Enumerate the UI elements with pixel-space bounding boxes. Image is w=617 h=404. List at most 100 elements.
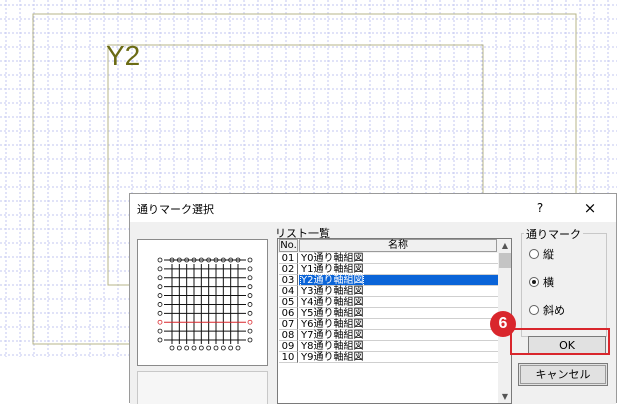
preview-axis-marker	[176, 345, 182, 351]
list-header: No. 名称	[278, 239, 498, 253]
cancel-highlight-box	[510, 328, 610, 355]
preview-axis-marker	[213, 345, 219, 351]
radio-circle-icon	[529, 249, 539, 259]
scroll-down-icon[interactable]: ▼	[498, 390, 511, 403]
list-row[interactable]: 01 Y0通り軸組図	[278, 253, 498, 264]
scroll-up-icon[interactable]: ▲	[498, 239, 511, 253]
row-name-text: Y1通り軸組図	[301, 264, 364, 275]
preview-axis-marker	[157, 337, 163, 343]
list-row[interactable]: 03 Y2通り軸組図	[278, 274, 498, 287]
list-row[interactable]: 09 Y8通り軸組図	[278, 341, 498, 352]
preview-axis-marker	[157, 284, 163, 290]
preview-axis-marker	[247, 310, 253, 316]
preview-axis-marker	[235, 345, 241, 351]
list-row[interactable]: 04 Y3通り軸組図	[278, 286, 498, 297]
row-number: 06	[279, 308, 298, 319]
row-name: Y8通り軸組図	[299, 341, 498, 352]
preview-axis-marker	[220, 345, 226, 351]
mark-group-label: 通りマーク	[524, 226, 583, 242]
row-name: Y2通り軸組図	[299, 274, 498, 287]
dialog-title: 通りマーク選択	[137, 203, 214, 216]
row-number: 05	[279, 297, 298, 308]
axis-preview-drawing	[157, 257, 253, 351]
row-name-text: Y3通り軸組図	[301, 286, 364, 297]
radio-diagonal[interactable]: 斜め	[529, 302, 565, 318]
row-number: 03	[279, 275, 298, 286]
row-number: 10	[279, 352, 298, 363]
preview-axis-marker	[157, 319, 163, 325]
column-header-name[interactable]: 名称	[299, 239, 497, 252]
preview-axis-marker	[247, 319, 253, 325]
row-number: 07	[279, 319, 298, 330]
row-number: 09	[279, 341, 298, 352]
list-row[interactable]: 05 Y4通り軸組図	[278, 297, 498, 308]
close-button[interactable]: ×	[578, 198, 602, 218]
row-number: 04	[279, 286, 298, 297]
row-name: Y6通り軸組図	[299, 319, 498, 330]
radio-vertical-label: 縦	[543, 248, 554, 261]
row-name: Y5通り軸組図	[299, 308, 498, 319]
preview-axis-marker	[157, 257, 163, 263]
preview-axis-marker	[157, 266, 163, 272]
preview-axis-marker	[157, 310, 163, 316]
radio-horizontal-label: 横	[543, 276, 554, 289]
row-name-text: Y6通り軸組図	[301, 319, 364, 330]
step-number-badge: 6	[490, 311, 516, 337]
scroll-thumb[interactable]	[499, 253, 511, 268]
list-row[interactable]: 02 Y1通り軸組図	[278, 264, 498, 275]
preview-axis-marker	[247, 337, 253, 343]
preview-axis-marker	[228, 345, 234, 351]
radio-vertical[interactable]: 縦	[529, 246, 554, 262]
row-name: Y1通り軸組図	[299, 264, 498, 275]
preview-axis-marker	[191, 345, 197, 351]
preview-axis-marker	[198, 345, 204, 351]
preview-pane	[137, 239, 268, 366]
radio-circle-icon	[529, 305, 539, 315]
radio-horizontal[interactable]: 横	[529, 274, 554, 290]
list-row[interactable]: 10 Y9通り軸組図	[278, 352, 498, 363]
row-name: Y9通り軸組図	[299, 352, 498, 363]
preview-footer	[137, 371, 268, 404]
preview-axis-marker	[184, 345, 190, 351]
preview-axis-marker	[247, 284, 253, 290]
preview-axis-marker	[157, 302, 163, 307]
row-name-text: Y5通り軸組図	[301, 308, 364, 319]
preview-axis-marker	[247, 302, 253, 307]
preview-axis-marker	[157, 293, 163, 298]
list-row[interactable]: 06 Y5通り軸組図	[278, 308, 498, 319]
preview-axis-marker	[247, 293, 253, 298]
preview-axis-marker	[247, 275, 253, 281]
row-name-text: Y0通り軸組図	[301, 253, 364, 264]
row-name-text: Y7通り軸組図	[301, 330, 364, 341]
preview-axis-marker	[169, 345, 175, 351]
mark-select-dialog: 通りマーク選択 ? × リスト一覧 No. 名称 01 Y0通り軸組図 02 Y1通り…	[129, 193, 617, 404]
row-name-text: Y8通り軸組図	[301, 341, 364, 352]
row-name-text: Y9通り軸組図	[301, 352, 364, 363]
radio-checked-icon	[529, 277, 539, 287]
list-row[interactable]: 07 Y6通り軸組図	[278, 319, 498, 330]
preview-axis-marker	[157, 275, 163, 281]
mark-list[interactable]: No. 名称 01 Y0通り軸組図 02 Y1通り軸組図 03 Y2通り軸組図 04 Y3通り…	[277, 238, 512, 404]
dialog-titlebar[interactable]: 通りマーク選択 ? ×	[130, 194, 616, 222]
preview-axis-marker	[247, 328, 253, 334]
preview-grid-lines	[157, 257, 253, 351]
row-name-text: Y4通り軸組図	[301, 297, 364, 308]
preview-axis-marker	[247, 257, 253, 263]
row-number: 08	[279, 330, 298, 341]
cancel-button[interactable]: キャンセル	[518, 363, 608, 386]
preview-axis-marker	[157, 328, 163, 334]
radio-diagonal-label: 斜め	[543, 304, 565, 317]
column-header-no[interactable]: No.	[279, 239, 298, 252]
row-name: Y3通り軸組図	[299, 286, 498, 297]
row-name: Y4通り軸組図	[299, 297, 498, 308]
preview-axis-marker	[247, 266, 253, 272]
preview-axis-marker	[206, 345, 212, 351]
axis-label-y2: Y2	[106, 40, 141, 71]
row-number: 02	[279, 264, 298, 275]
row-name-text: Y2通り軸組図	[299, 274, 365, 287]
row-name: Y0通り軸組図	[299, 253, 498, 264]
list-row[interactable]: 08 Y7通り軸組図	[278, 330, 498, 341]
row-number: 01	[279, 253, 298, 264]
dialog-body: リスト一覧 No. 名称 01 Y0通り軸組図 02 Y1通り軸組図 03 Y2通り軸組図…	[130, 222, 616, 404]
help-button[interactable]: ?	[530, 198, 550, 218]
